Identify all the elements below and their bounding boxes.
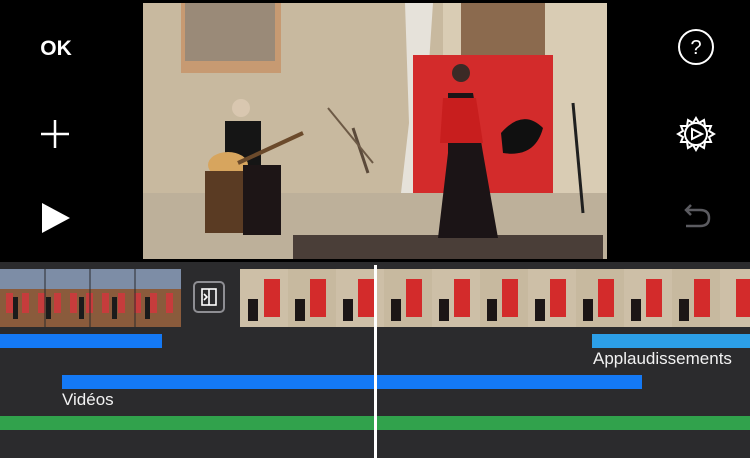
video-viewer[interactable] bbox=[143, 3, 607, 259]
play-icon bbox=[42, 203, 70, 233]
timeline[interactable]: Applaudissements Vidéos bbox=[0, 262, 750, 458]
gear-icon bbox=[676, 116, 716, 152]
audio-track-applause-label: Applaudissements bbox=[593, 349, 732, 368]
editor-top-area: OK ? bbox=[0, 0, 750, 262]
audio-track-videos[interactable] bbox=[62, 375, 642, 389]
question-circle-icon: ? bbox=[678, 29, 714, 65]
undo-button[interactable] bbox=[676, 198, 716, 238]
settings-button[interactable] bbox=[676, 114, 716, 154]
clip-1-thumbnails[interactable] bbox=[0, 269, 181, 327]
transition-icon bbox=[201, 288, 217, 306]
undo-icon bbox=[684, 204, 711, 228]
clip-2-thumbnails[interactable] bbox=[240, 269, 750, 327]
help-button[interactable]: ? bbox=[676, 27, 716, 67]
add-button[interactable] bbox=[35, 114, 75, 154]
audio-track-left[interactable] bbox=[0, 334, 162, 348]
audio-track-videos-label: Vidéos bbox=[62, 390, 114, 409]
clip-1-thumbnail-image bbox=[0, 269, 181, 327]
video-frame-image bbox=[143, 3, 607, 259]
play-button[interactable] bbox=[35, 198, 75, 238]
ok-button[interactable]: OK bbox=[28, 32, 84, 66]
plus-icon bbox=[41, 120, 69, 148]
playhead[interactable] bbox=[374, 265, 377, 458]
clip-2-thumbnail-image bbox=[240, 269, 750, 327]
transition-button[interactable] bbox=[193, 281, 225, 313]
svg-text:?: ? bbox=[690, 37, 701, 59]
audio-track-applause[interactable] bbox=[592, 334, 750, 348]
